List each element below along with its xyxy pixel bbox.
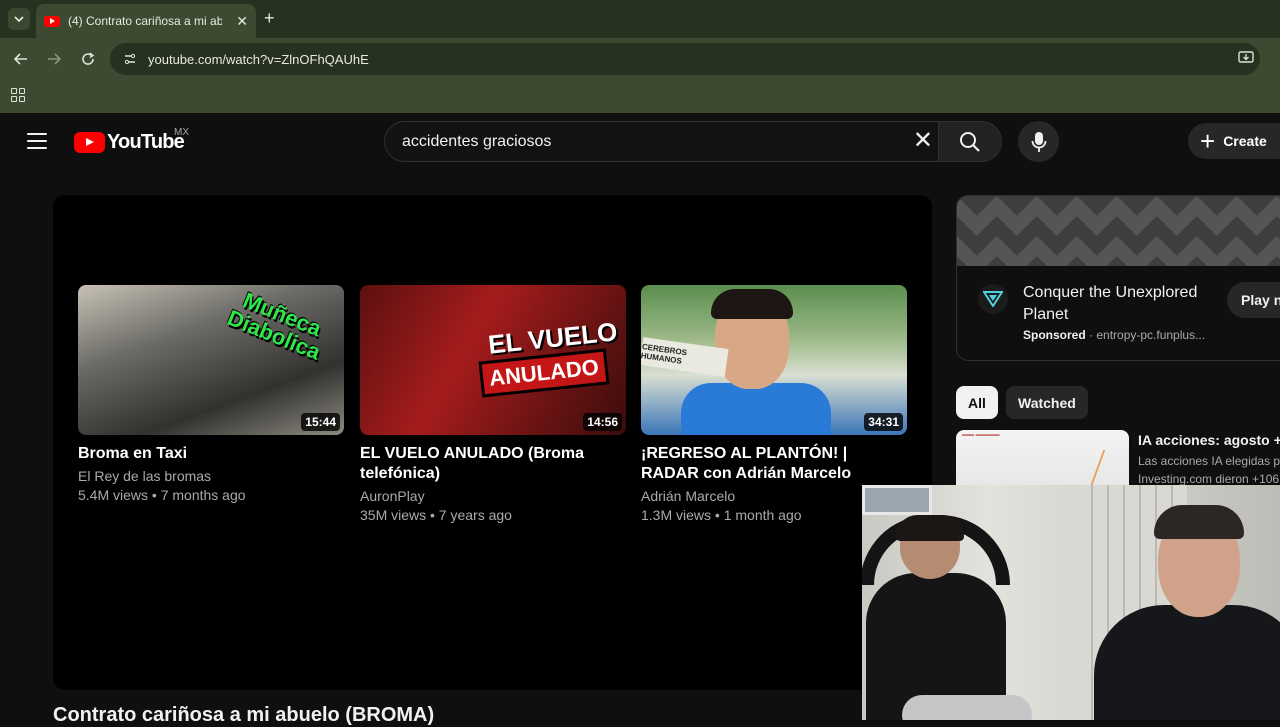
thumbnail-chart-text: ▬▬ ▬▬▬▬ [962,432,1000,438]
webcam-overlay [862,485,1280,720]
url-text: youtube.com/watch?v=ZlnOFhQAUhE [148,51,369,67]
search-input[interactable]: accidentes graciosos ✕ [384,121,945,162]
youtube-header: YouTube MX accidentes graciosos ✕ + Crea… [0,113,1280,171]
card-title[interactable]: ¡REGRESO AL PLANTÓN! | RADAR con Adrián … [641,444,907,484]
recommended-title[interactable]: IA acciones: agosto +1 [1138,432,1280,448]
browser-tab-strip: (4) Contrato cariñosa a mi abuelo (BROMA… [0,0,1280,38]
webcam-person [862,515,1032,720]
video-thumbnail[interactable]: EL VUELO ANULADO 14:56 [360,285,626,435]
card-channel[interactable]: El Rey de las bromas [78,468,344,484]
endscreen-card[interactable]: Muñeca Diabolica 15:44 Broma en Taxi El … [78,285,344,503]
card-channel[interactable]: AuronPlay [360,488,626,504]
tab-title: (4) Contrato cariñosa a mi abuelo (BROMA… [68,14,222,28]
card-title[interactable]: Broma en Taxi [78,444,344,464]
filter-chip-watched[interactable]: Watched [1006,386,1088,419]
video-title: Contrato cariñosa a mi abuelo (BROMA) [53,704,435,726]
webcam-window [862,485,932,515]
thumbnail-overlay-text: Muñeca Diabolica [224,287,325,365]
search-icon [960,131,980,152]
ad-title[interactable]: Conquer the Unexplored Planet [1023,282,1223,326]
sponsored-ad-card[interactable]: Conquer the Unexplored Planet Sponsored … [956,195,1280,361]
clear-search-icon[interactable]: ✕ [913,129,933,153]
recommended-description: Las acciones IA elegidas p [1138,454,1280,468]
microphone-icon [1031,131,1046,152]
sponsored-label: Sponsored [1023,328,1086,342]
advertiser-logo-icon [978,284,1008,314]
ad-cta-button[interactable]: Play n [1227,282,1280,318]
address-bar[interactable]: youtube.com/watch?v=ZlnOFhQAUhE [110,43,1260,75]
browser-toolbar: youtube.com/watch?v=ZlnOFhQAUhE [0,38,1280,80]
duration-badge: 34:31 [864,413,903,431]
youtube-play-icon [74,132,105,153]
card-meta: 5.4M views • 7 months ago [78,487,246,503]
video-thumbnail[interactable]: Muñeca Diabolica 15:44 [78,285,344,435]
ad-banner-image[interactable] [957,196,1280,266]
create-label: Create [1223,133,1267,149]
new-tab-button[interactable]: + [264,8,275,28]
youtube-favicon-icon [44,15,60,27]
arrow-left-icon [14,53,27,65]
site-info-icon[interactable] [122,51,138,67]
video-player[interactable]: Muñeca Diabolica 15:44 Broma en Taxi El … [53,195,932,690]
voice-search-button[interactable] [1018,121,1059,162]
recommended-thumbnail[interactable]: ▬▬ ▬▬▬▬ [956,430,1129,490]
menu-icon[interactable] [27,133,47,149]
forward-button[interactable] [43,48,65,70]
youtube-logo-text: YouTube [107,131,185,153]
chevron-down-icon [14,16,24,23]
thumbnail-figure [711,289,793,319]
apps-grid-icon[interactable] [11,88,25,102]
duration-badge: 14:56 [583,413,622,431]
browser-tab-active[interactable]: (4) Contrato cariñosa a mi abuelo (BROMA… [36,4,256,38]
extension-icon[interactable] [1266,48,1280,66]
plus-icon: + [1200,126,1216,156]
arrow-right-icon [48,53,61,65]
install-app-icon[interactable] [1238,51,1254,68]
tab-search-button[interactable] [8,8,30,30]
bookmarks-bar [0,80,1280,113]
endscreen-card[interactable]: EL VUELO ANULADO 14:56 EL VUELO ANULADO … [360,285,626,523]
back-button[interactable] [10,48,32,70]
search-button[interactable] [938,121,1002,162]
search-value: accidentes graciosos [402,132,552,150]
card-title[interactable]: EL VUELO ANULADO (Broma telefónica) [360,444,626,484]
ad-sponsor-line: Sponsored · entropy-pc.funplus... [1023,328,1205,342]
region-code: MX [174,127,189,138]
video-thumbnail[interactable]: CEREBROS HUMANOS 34:31 [641,285,907,435]
thumbnail-figure [681,383,831,435]
recommended-description: Investing.com dieron +106 [1138,472,1280,486]
create-button[interactable]: + Create [1188,123,1280,159]
reload-icon [82,52,95,65]
tab-close-icon[interactable]: ✕ [236,13,248,30]
duration-badge: 15:44 [301,413,340,431]
filter-chip-all[interactable]: All [956,386,998,419]
card-meta: 35M views • 7 years ago [360,507,512,523]
webcam-person [1094,505,1280,720]
thumbnail-chart-line [1088,450,1124,490]
reload-button[interactable] [77,48,99,70]
ad-domain: · entropy-pc.funplus... [1089,328,1206,342]
youtube-logo[interactable]: YouTube [74,131,185,154]
